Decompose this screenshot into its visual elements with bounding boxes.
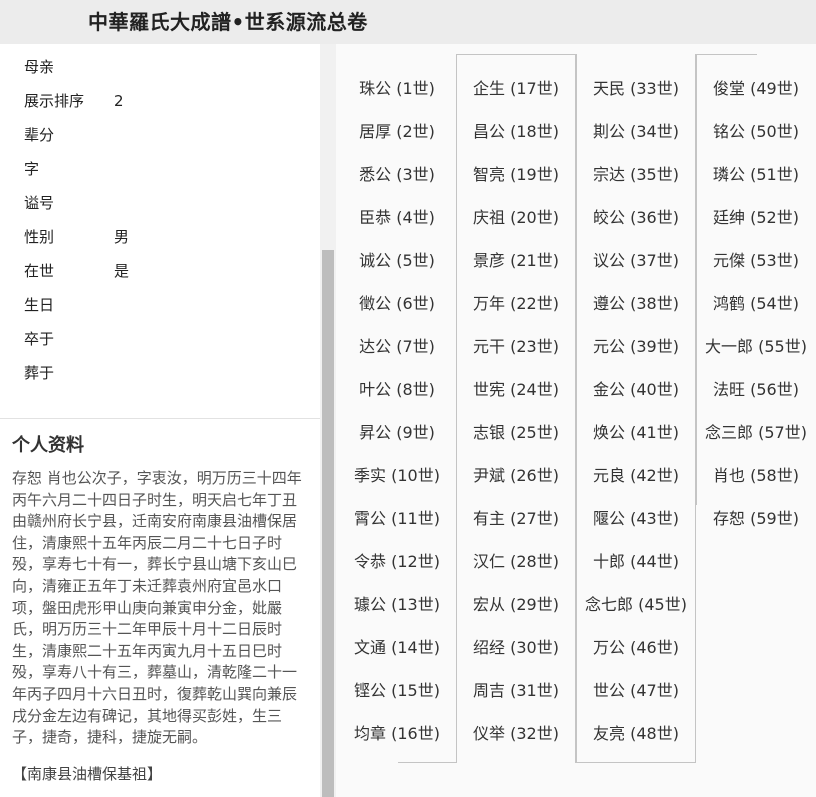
generation-node[interactable]: 仪举 (32世) [461, 720, 571, 744]
generation-node[interactable]: 周吉 (31世) [461, 677, 571, 701]
generation-node[interactable]: 智亮 (19世) [461, 161, 571, 185]
generation-node[interactable]: 世公 (47世) [581, 677, 691, 701]
generation-node[interactable]: 元傑 (53世) [701, 247, 811, 271]
generation-node[interactable]: 绍经 (30世) [461, 634, 571, 658]
generation-node[interactable]: 居厚 (2世) [342, 118, 452, 142]
generation-node[interactable]: 有主 (27世) [461, 505, 571, 529]
field-label: 字 [24, 160, 40, 178]
field-label: 在世 [24, 262, 55, 280]
generation-node[interactable]: 珠公 (1世) [342, 75, 452, 99]
generation-node[interactable]: 均章 (16世) [342, 720, 452, 744]
lineage-panel: 珠公 (1世) 居厚 (2世) 悉公 (3世) 臣恭 (4世) 诚公 (5世) 徵公 (6… [336, 44, 816, 797]
generation-node[interactable]: 存恕 (59世) [701, 505, 811, 529]
generation-node[interactable]: 剘公 (34世) [581, 118, 691, 142]
generation-node[interactable]: 璘公 (51世) [701, 161, 811, 185]
generation-node[interactable]: 肖也 (58世) [701, 462, 811, 486]
field-row: 辈分 [24, 124, 114, 148]
app-header: 中華羅氏大成譜•世系源流总卷 [0, 0, 816, 44]
profile-bio: 存恕 肖也公次子，字衷汝，明万历三十四年丙午六月二十四日子时生，明天启七年丁丑由… [12, 469, 302, 747]
field-row: 葬于 [24, 362, 114, 386]
generation-node[interactable]: 璩公 (13世) [342, 591, 452, 615]
field-label: 母亲 [24, 58, 55, 76]
field-label: 葬于 [24, 364, 55, 382]
field-row: 字 [24, 158, 114, 182]
field-label: 谥号 [24, 194, 55, 212]
generation-node[interactable]: 友亮 (48世) [581, 720, 691, 744]
field-row: 卒于 [24, 328, 114, 352]
detail-panel: 母亲 展示排序 2 辈分 字 谥号 性别 男 在世 是 生日 卒于 葬于 个人资料 存… [0, 44, 320, 797]
field-row: 谥号 [24, 192, 114, 216]
field-value: 男 [114, 228, 130, 246]
generation-node[interactable]: 臣恭 (4世) [342, 204, 452, 228]
generation-node[interactable]: 昌公 (18世) [461, 118, 571, 142]
profile-tag: 【南康县油槽保基祖】 [12, 765, 163, 783]
generation-node[interactable]: 诚公 (5世) [342, 247, 452, 271]
generation-node[interactable]: 隁公 (43世) [581, 505, 691, 529]
generation-node[interactable]: 文通 (14世) [342, 634, 452, 658]
generation-node[interactable]: 万公 (46世) [581, 634, 691, 658]
generation-node[interactable]: 达公 (7世) [342, 333, 452, 357]
section-divider [0, 418, 320, 419]
generation-node[interactable]: 皎公 (36世) [581, 204, 691, 228]
generation-node[interactable]: 霄公 (11世) [342, 505, 452, 529]
generation-node[interactable]: 廷绅 (52世) [701, 204, 811, 228]
generation-node[interactable]: 金公 (40世) [581, 376, 691, 400]
generation-node[interactable]: 鸿鹤 (54世) [701, 290, 811, 314]
field-value: 2 [114, 92, 124, 110]
field-label: 生日 [24, 296, 55, 314]
generation-node[interactable]: 大一郎 (55世) [701, 333, 811, 357]
generation-node[interactable]: 议公 (37世) [581, 247, 691, 271]
generation-node[interactable]: 企生 (17世) [461, 75, 571, 99]
generation-node[interactable]: 铿公 (15世) [342, 677, 452, 701]
generation-node[interactable]: 徵公 (6世) [342, 290, 452, 314]
generation-node[interactable]: 尹斌 (26世) [461, 462, 571, 486]
generation-node[interactable]: 万年 (22世) [461, 290, 571, 314]
field-label: 性别 [24, 228, 55, 246]
generation-node[interactable]: 季实 (10世) [342, 462, 452, 486]
generation-node[interactable]: 天民 (33世) [581, 75, 691, 99]
field-row: 展示排序 2 [24, 90, 124, 114]
profile-heading: 个人资料 [12, 435, 84, 456]
generation-node[interactable]: 元公 (39世) [581, 333, 691, 357]
generation-node[interactable]: 元干 (23世) [461, 333, 571, 357]
field-label: 展示排序 [24, 92, 85, 110]
generation-node[interactable]: 景彦 (21世) [461, 247, 571, 271]
generation-node[interactable]: 昇公 (9世) [342, 419, 452, 443]
generation-node[interactable]: 俊堂 (49世) [701, 75, 811, 99]
field-row: 性别 男 [24, 226, 129, 250]
generation-node[interactable]: 铭公 (50世) [701, 118, 811, 142]
generation-node[interactable]: 叶公 (8世) [342, 376, 452, 400]
generation-node[interactable]: 念七郎 (45世) [581, 591, 691, 615]
generation-node[interactable]: 焕公 (41世) [581, 419, 691, 443]
generation-node[interactable]: 十郎 (44世) [581, 548, 691, 572]
generation-node[interactable]: 庆祖 (20世) [461, 204, 571, 228]
generation-node[interactable]: 令恭 (12世) [342, 548, 452, 572]
generation-node[interactable]: 念三郎 (57世) [701, 419, 811, 443]
scrollbar-thumb[interactable] [322, 250, 334, 797]
field-row: 在世 是 [24, 260, 129, 284]
generation-node[interactable]: 悉公 (3世) [342, 161, 452, 185]
page-title: 中華羅氏大成譜•世系源流总卷 [88, 10, 368, 34]
field-value: 是 [114, 262, 130, 280]
field-row: 母亲 [24, 56, 114, 80]
field-row: 生日 [24, 294, 114, 318]
field-label: 辈分 [24, 126, 55, 144]
generation-node[interactable]: 元良 (42世) [581, 462, 691, 486]
generation-node[interactable]: 志银 (25世) [461, 419, 571, 443]
generation-node[interactable]: 宏从 (29世) [461, 591, 571, 615]
generation-node[interactable]: 法旺 (56世) [701, 376, 811, 400]
generation-node[interactable]: 世宪 (24世) [461, 376, 571, 400]
generation-node[interactable]: 宗达 (35世) [581, 161, 691, 185]
field-label: 卒于 [24, 330, 55, 348]
generation-node[interactable]: 汉仁 (28世) [461, 548, 571, 572]
generation-node[interactable]: 遵公 (38世) [581, 290, 691, 314]
